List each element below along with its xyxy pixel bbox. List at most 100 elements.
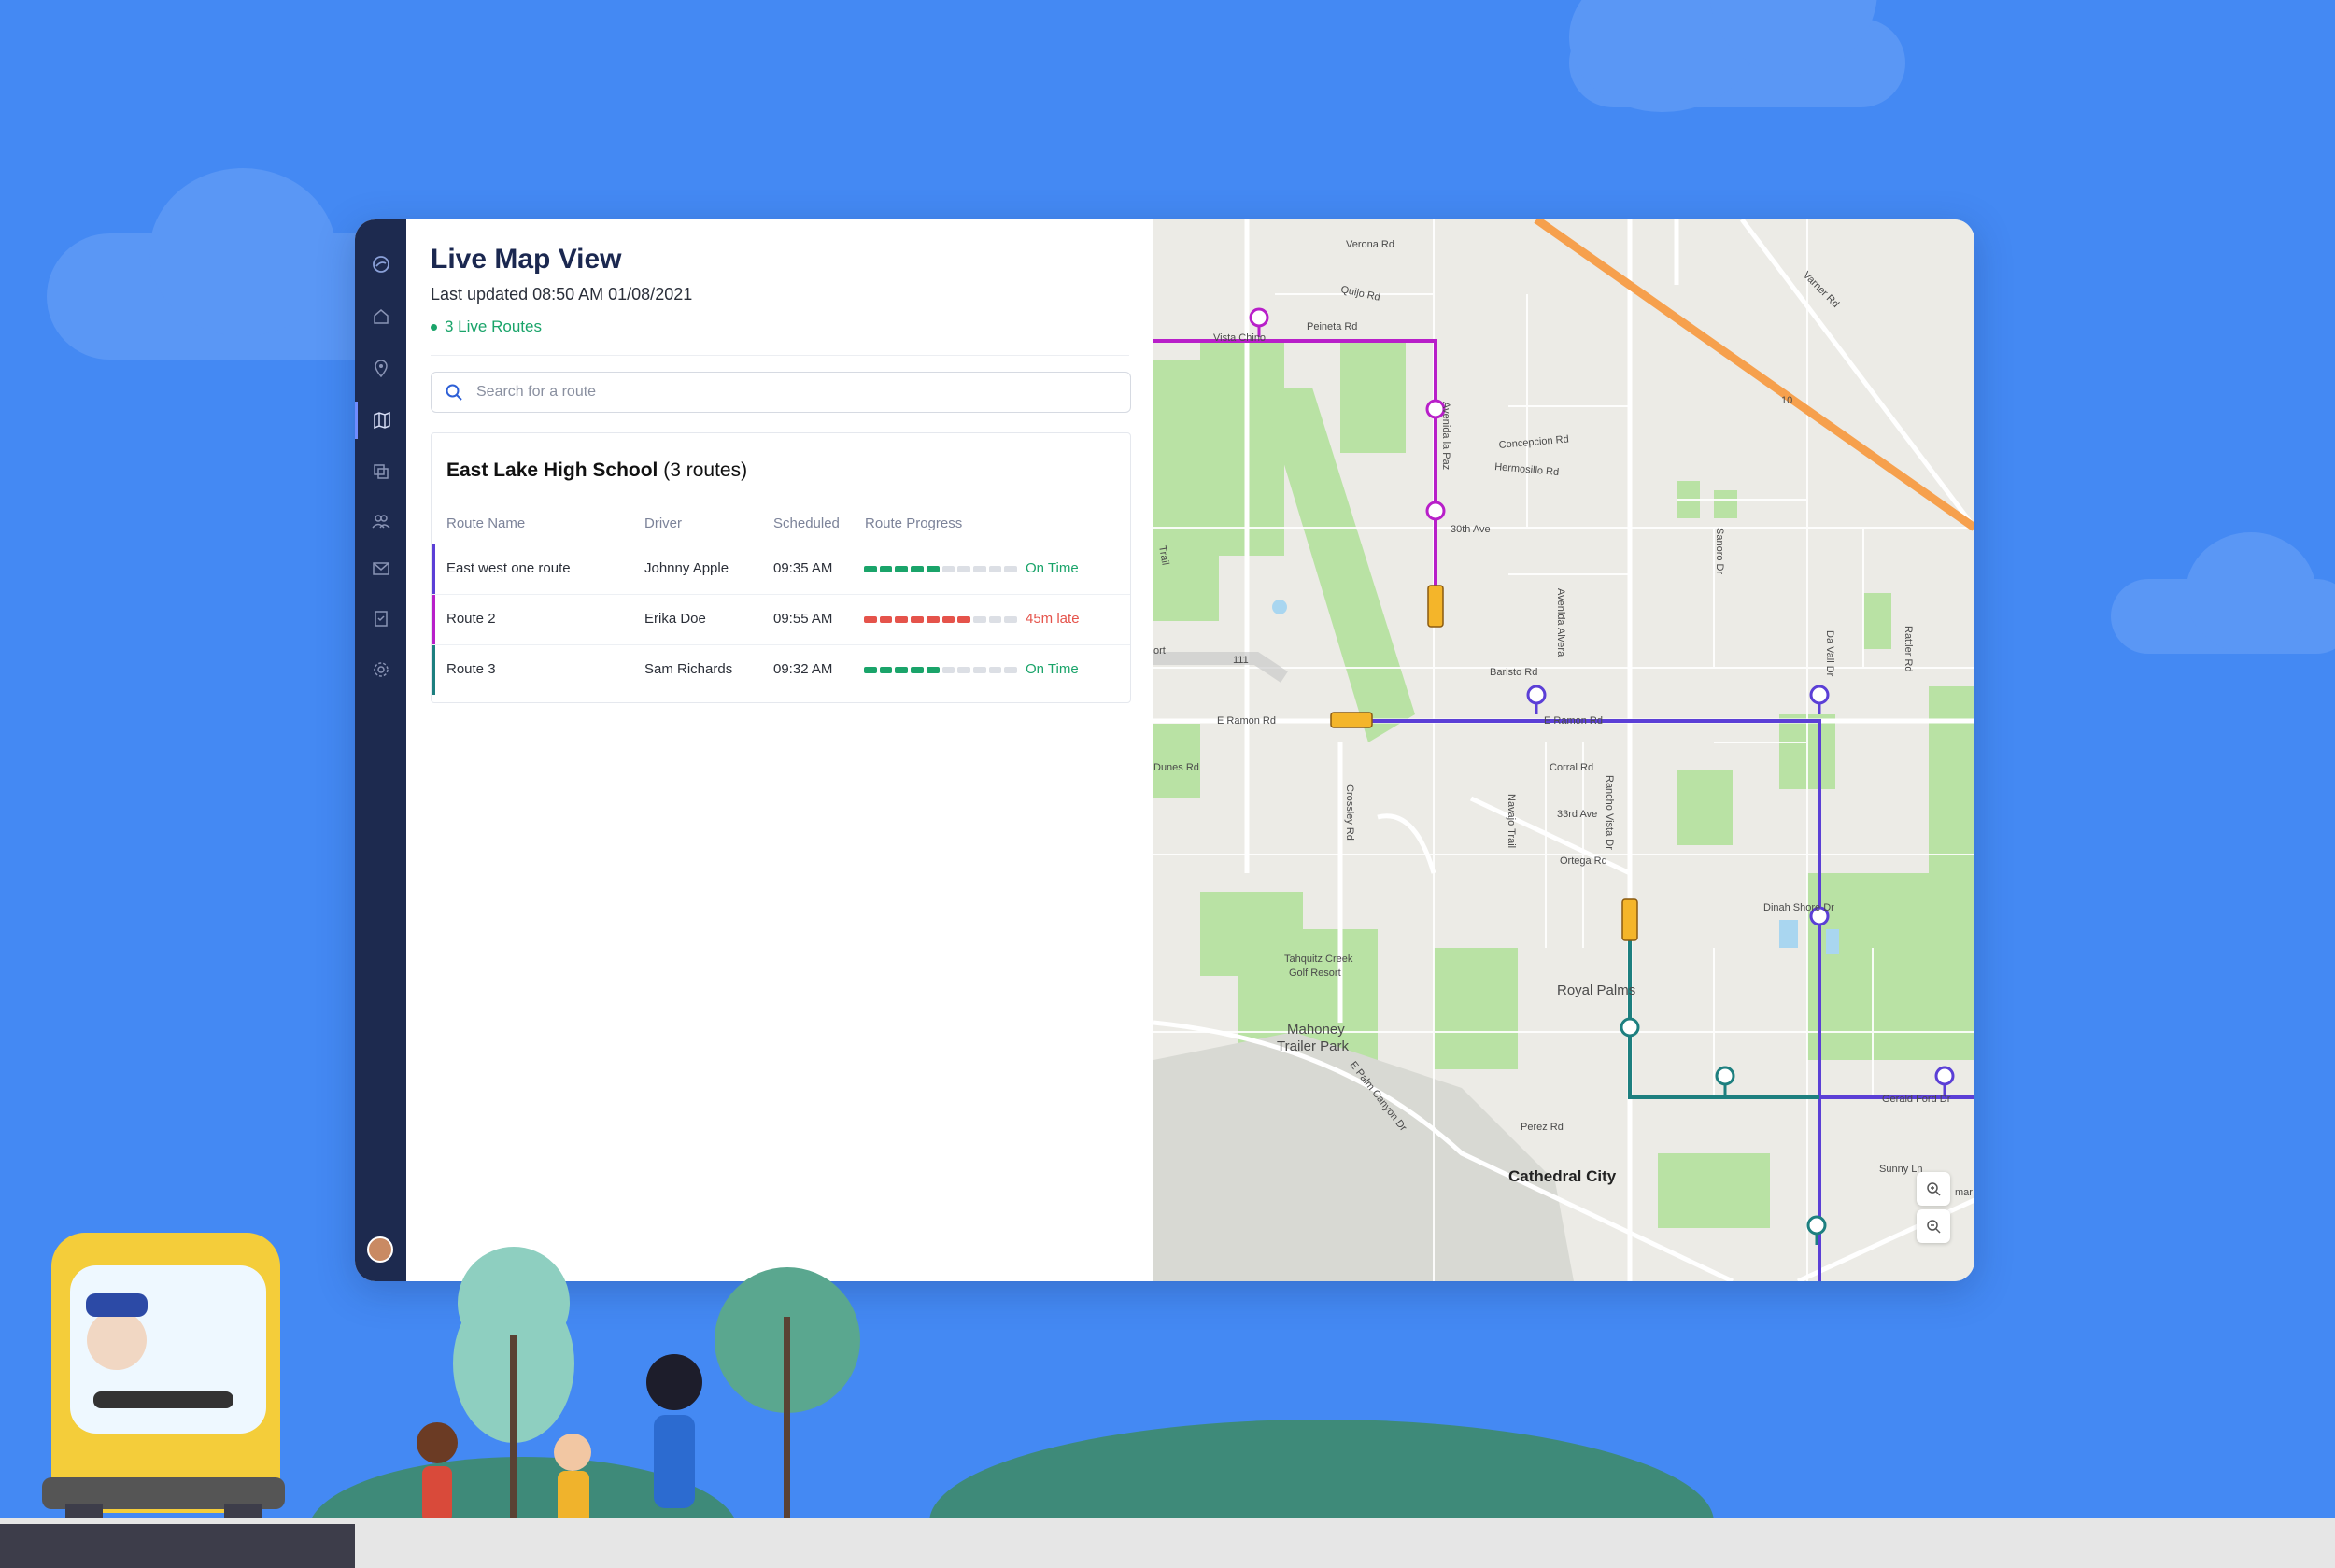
progress-segment	[988, 566, 1002, 572]
map-label: Baristo Rd	[1490, 667, 1537, 678]
progress-segment	[879, 616, 893, 623]
col-scheduled: Scheduled	[773, 516, 840, 531]
map-pin[interactable]	[1809, 685, 1830, 714]
zoom-in-button[interactable]	[1917, 1172, 1950, 1206]
progress-segment	[879, 667, 893, 673]
map-label: Concepcion Rd	[1498, 433, 1569, 451]
divider	[431, 355, 1129, 356]
map-label: Perez Rd	[1521, 1122, 1564, 1133]
bus-marker[interactable]	[1427, 585, 1444, 628]
search-input[interactable]: Search for a route	[431, 372, 1131, 413]
map-pin[interactable]	[1715, 1066, 1735, 1095]
route-panel: Live Map View Last updated 08:50 AM 01/0…	[406, 219, 1153, 1281]
map-label: Verona Rd	[1346, 239, 1394, 250]
background-cloud	[1569, 0, 1905, 112]
map-label: Quijo Rd	[1339, 284, 1380, 304]
map-label: Golf Resort	[1289, 968, 1341, 979]
route-color-bar	[432, 595, 435, 644]
map-label: Rattler Rd	[1903, 626, 1914, 672]
road-shadow	[0, 1524, 355, 1568]
progress-segment	[864, 566, 877, 572]
school-name: East Lake High School	[446, 459, 658, 481]
progress-segment	[895, 667, 909, 673]
table-row[interactable]: Route 3 Sam Richards 09:32 AM On Time	[432, 644, 1130, 695]
route-name: Route 2	[446, 611, 496, 627]
map-label: Dunes Rd	[1153, 762, 1199, 773]
map-label: Dinah Shore Dr	[1763, 902, 1834, 913]
map-label: Da Vall Dr	[1824, 630, 1835, 677]
progress-segment	[926, 667, 940, 673]
progress-segment	[1004, 566, 1018, 572]
map-label: Peineta Rd	[1307, 321, 1357, 332]
bus-marker[interactable]	[1621, 898, 1638, 941]
live-routes-indicator: 3 Live Routes	[431, 318, 542, 336]
driver-name: Sam Richards	[644, 661, 733, 677]
map-canvas[interactable]: Verona Rd Quijo Rd Peineta Rd Vista Chin…	[1153, 219, 1974, 1281]
map-label: E Ramon Rd	[1217, 715, 1276, 727]
mail-icon[interactable]	[355, 550, 406, 587]
map-label: Royal Palms	[1557, 982, 1635, 998]
status-badge: 45m late	[1026, 611, 1080, 627]
map-label: 30th Ave	[1451, 524, 1491, 535]
col-route-progress: Route Progress	[865, 516, 963, 531]
progress-segment	[879, 566, 893, 572]
map-label: Trailer Park	[1277, 1038, 1349, 1054]
progress-segment	[1004, 667, 1018, 673]
map-label: Vista Chino	[1213, 332, 1266, 344]
settings-icon[interactable]	[355, 651, 406, 688]
search-icon	[446, 384, 462, 401]
scheduled-time: 09:55 AM	[773, 611, 833, 627]
progress-segment	[972, 667, 986, 673]
route-name: East west one route	[446, 560, 571, 576]
map-label: Navajo Trail	[1506, 794, 1517, 848]
map-label: ort	[1153, 645, 1166, 657]
map-label: Gerald Ford Dr	[1882, 1094, 1951, 1105]
driver-name: Johnny Apple	[644, 560, 729, 576]
status-badge: On Time	[1026, 661, 1079, 677]
live-map[interactable]: Verona Rd Quijo Rd Peineta Rd Vista Chin…	[1153, 219, 1974, 1281]
copy-icon[interactable]	[355, 453, 406, 490]
map-pin[interactable]	[1526, 685, 1547, 714]
route-progress-bar	[864, 667, 1018, 673]
route-progress-bar	[864, 566, 1018, 572]
table-header: Route Name Driver Scheduled Route Progre…	[432, 516, 1130, 544]
home-icon[interactable]	[355, 298, 406, 335]
route-count: (3 routes)	[663, 459, 748, 481]
logo-icon[interactable]	[355, 246, 406, 283]
live-routes-label: 3 Live Routes	[445, 318, 542, 335]
map-label: Rancho Vista Dr	[1604, 775, 1615, 850]
table-row[interactable]: Route 2 Erika Doe 09:55 AM 45m late	[432, 594, 1130, 644]
progress-segment	[957, 616, 970, 623]
progress-segment	[895, 566, 909, 572]
users-icon[interactable]	[355, 502, 406, 540]
app-window: Live Map View Last updated 08:50 AM 01/0…	[355, 219, 1974, 1281]
scheduled-time: 09:35 AM	[773, 560, 833, 576]
status-dot-icon	[431, 323, 437, 331]
route-name: Route 3	[446, 661, 496, 677]
school-routes-card: East Lake High School (3 routes) Route N…	[431, 432, 1131, 703]
col-route-name: Route Name	[446, 516, 526, 531]
map-pin[interactable]	[1425, 501, 1446, 530]
map-pin[interactable]	[1620, 1017, 1640, 1047]
map-label: Corral Rd	[1550, 762, 1593, 773]
map-icon[interactable]	[355, 402, 406, 439]
progress-segment	[972, 616, 986, 623]
map-label: Cathedral City	[1508, 1167, 1617, 1185]
sidebar	[355, 219, 406, 1281]
route-progress-bar	[864, 616, 1018, 623]
clipboard-icon[interactable]	[355, 600, 406, 637]
map-label: Crossley Rd	[1344, 784, 1355, 841]
progress-segment	[941, 616, 955, 623]
progress-segment	[957, 566, 970, 572]
zoom-in-icon	[1927, 1182, 1941, 1196]
table-row[interactable]: East west one route Johnny Apple 09:35 AM O…	[432, 544, 1130, 594]
route-color-bar	[432, 544, 435, 594]
route-color-bar	[432, 645, 435, 695]
map-label: 33rd Ave	[1557, 809, 1597, 820]
map-pin[interactable]	[1934, 1066, 1955, 1095]
map-label: 111	[1233, 655, 1249, 666]
progress-segment	[988, 667, 1002, 673]
map-label: Avenida Alvera	[1555, 588, 1566, 657]
location-icon[interactable]	[355, 350, 406, 388]
bus-marker[interactable]	[1330, 712, 1373, 728]
